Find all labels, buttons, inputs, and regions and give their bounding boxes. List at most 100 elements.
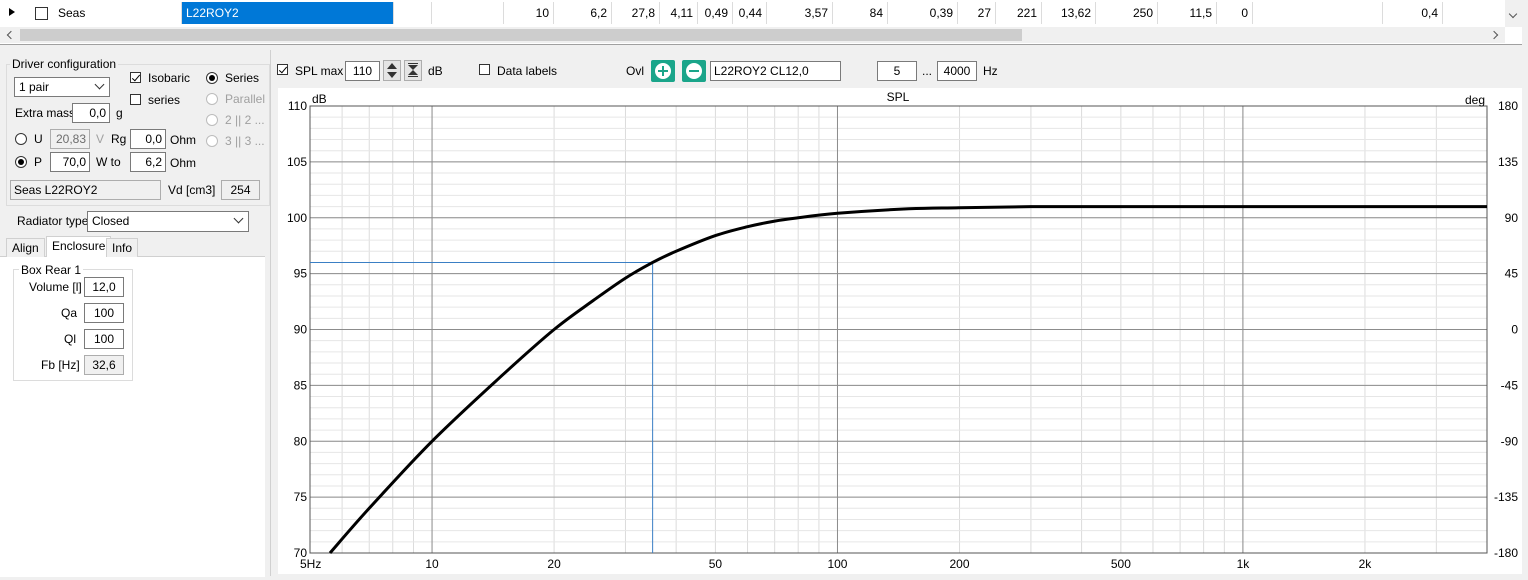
tab-enclosure[interactable]: Enclosure: [46, 236, 112, 257]
radiator-type-select[interactable]: Closed: [87, 211, 249, 232]
grid-cell-value[interactable]: 84: [833, 2, 888, 24]
spl-spinner-button[interactable]: [383, 60, 401, 81]
chart-title: SPL: [887, 90, 910, 104]
x-tick-label: 500: [1111, 557, 1131, 571]
grid-cell-value[interactable]: 10: [504, 2, 554, 24]
x-tick-label: 50: [709, 557, 723, 571]
y-tick-label: 100: [287, 211, 307, 225]
series-checkbox[interactable]: [130, 94, 141, 105]
chevron-down-icon: [94, 79, 105, 90]
row-indicator-icon: [9, 8, 15, 16]
fit-icon-base: [408, 76, 418, 77]
y2-axis-unit-label: deg: [1465, 93, 1485, 107]
extra-mass-unit: g: [116, 106, 123, 120]
radio-power[interactable]: [15, 156, 27, 168]
spl-max-input[interactable]: 110: [345, 61, 380, 81]
grid-cell-value[interactable]: 0: [1217, 2, 1253, 24]
plus-icon-v: [662, 66, 664, 76]
row-select-checkbox[interactable]: [35, 7, 48, 20]
grid-cell-value[interactable]: 3,57: [767, 2, 833, 24]
grid-cell-brand[interactable]: Seas: [54, 2, 182, 24]
y-tick-label: 80: [294, 434, 308, 448]
x-tick-label: 2k: [1359, 557, 1373, 571]
radio-voltage[interactable]: [15, 133, 27, 145]
extra-mass-input[interactable]: 0,0: [72, 103, 110, 123]
grid-cell-value[interactable]: 11,5: [1158, 2, 1217, 24]
power-input[interactable]: 70,0: [50, 152, 90, 172]
scroll-down-icon[interactable]: [1508, 9, 1518, 19]
overlay-label: Ovl: [626, 64, 644, 78]
radio-3x3[interactable]: [206, 135, 218, 147]
ql-label: Ql: [64, 332, 76, 346]
freq-to-input[interactable]: 4000: [937, 61, 977, 81]
y2-tick-label: 180: [1498, 99, 1518, 113]
scroll-left-icon[interactable]: [6, 30, 16, 40]
driver-count-select[interactable]: 1 pair: [14, 77, 110, 97]
grid-cell-value[interactable]: [1253, 2, 1383, 24]
overlay-name-input[interactable]: L22ROY2 CL12,0: [710, 61, 841, 81]
qa-label: Qa: [61, 306, 78, 320]
arrow-up-icon: [387, 63, 397, 69]
spl-max-label: SPL max: [295, 64, 344, 78]
grid-cell-value[interactable]: 27,8: [612, 2, 660, 24]
radio-2x2[interactable]: [206, 114, 218, 126]
y-tick-label: 90: [294, 323, 308, 337]
spl-fit-button[interactable]: [404, 60, 422, 81]
grid-cell-value[interactable]: 221: [996, 2, 1042, 24]
grid-cell-value[interactable]: 0,44: [733, 2, 767, 24]
grid-cell-model[interactable]: L22ROY2: [182, 2, 394, 24]
x-tick-label: 10: [425, 557, 439, 571]
grid-cell-value[interactable]: 250: [1096, 2, 1158, 24]
grid-cell-value[interactable]: 0,4: [1383, 2, 1443, 24]
radio-2x2-label: 2 || 2 ...: [225, 113, 265, 127]
grid-horizontal-scrollbar[interactable]: [0, 27, 1505, 43]
wto-unit: Ohm: [170, 156, 197, 170]
rg-input[interactable]: 0,0: [130, 129, 166, 149]
fb-label: Fb [Hz]: [41, 358, 80, 372]
qa-input[interactable]: 100: [84, 303, 124, 323]
y2-tick-label: -45: [1501, 378, 1519, 392]
ql-input[interactable]: 100: [84, 329, 124, 349]
radio-series[interactable]: [206, 72, 218, 84]
box-rear-title: Box Rear 1: [19, 263, 84, 277]
grid-cell-value[interactable]: 27: [958, 2, 996, 24]
tab-info[interactable]: Info: [106, 238, 139, 257]
freq-from-input[interactable]: 5: [877, 61, 917, 81]
grid-vertical-scrollbar[interactable]: [1505, 0, 1522, 27]
tab-align[interactable]: Align: [6, 238, 45, 257]
isobaric-label: Isobaric: [148, 71, 191, 85]
fit-icon: [408, 63, 418, 64]
scroll-thumb[interactable]: [20, 29, 1022, 41]
grid-cell-empty[interactable]: [394, 2, 432, 24]
y2-tick-label: 90: [1505, 211, 1519, 225]
grid-cell-value[interactable]: 0,39: [888, 2, 958, 24]
freq-unit: Hz: [983, 64, 998, 78]
x-tick-label: 200: [950, 557, 970, 571]
volume-input[interactable]: 12,0: [84, 277, 124, 297]
isobaric-checkbox[interactable]: [130, 72, 141, 83]
radio-3x3-label: 3 || 3 ...: [225, 134, 265, 148]
remove-overlay-button[interactable]: [682, 60, 706, 82]
extra-mass-label: Extra mass: [15, 106, 76, 120]
add-overlay-button[interactable]: [651, 60, 675, 82]
voltage-input[interactable]: 20,83: [50, 129, 90, 149]
spl-unit: dB: [428, 64, 443, 78]
grid-cell-value[interactable]: 4,11: [660, 2, 698, 24]
wto-input[interactable]: 6,2: [130, 152, 166, 172]
grid-cell-empty[interactable]: [432, 2, 504, 24]
spl-max-checkbox[interactable]: [277, 64, 288, 75]
x-tick-label: 100: [827, 557, 847, 571]
grid-cell-value[interactable]: 0,49: [698, 2, 733, 24]
radio-parallel[interactable]: [206, 93, 218, 105]
y-tick-label: 95: [294, 267, 308, 281]
minus-icon: [686, 63, 702, 79]
scroll-right-icon[interactable]: [1489, 30, 1499, 40]
grid-cell-value[interactable]: 13,62: [1042, 2, 1096, 24]
y-tick-label: 105: [287, 155, 307, 169]
data-labels-checkbox[interactable]: [479, 64, 490, 75]
spl-chart[interactable]: 5Hz 10 20 50 100 200 500 1k 2k110105100959085807…: [278, 88, 1522, 574]
y2-tick-label: 45: [1505, 267, 1519, 281]
y-tick-label: 85: [294, 378, 308, 392]
grid-cell-value[interactable]: 6,2: [554, 2, 612, 24]
chart-background: [278, 88, 1522, 574]
